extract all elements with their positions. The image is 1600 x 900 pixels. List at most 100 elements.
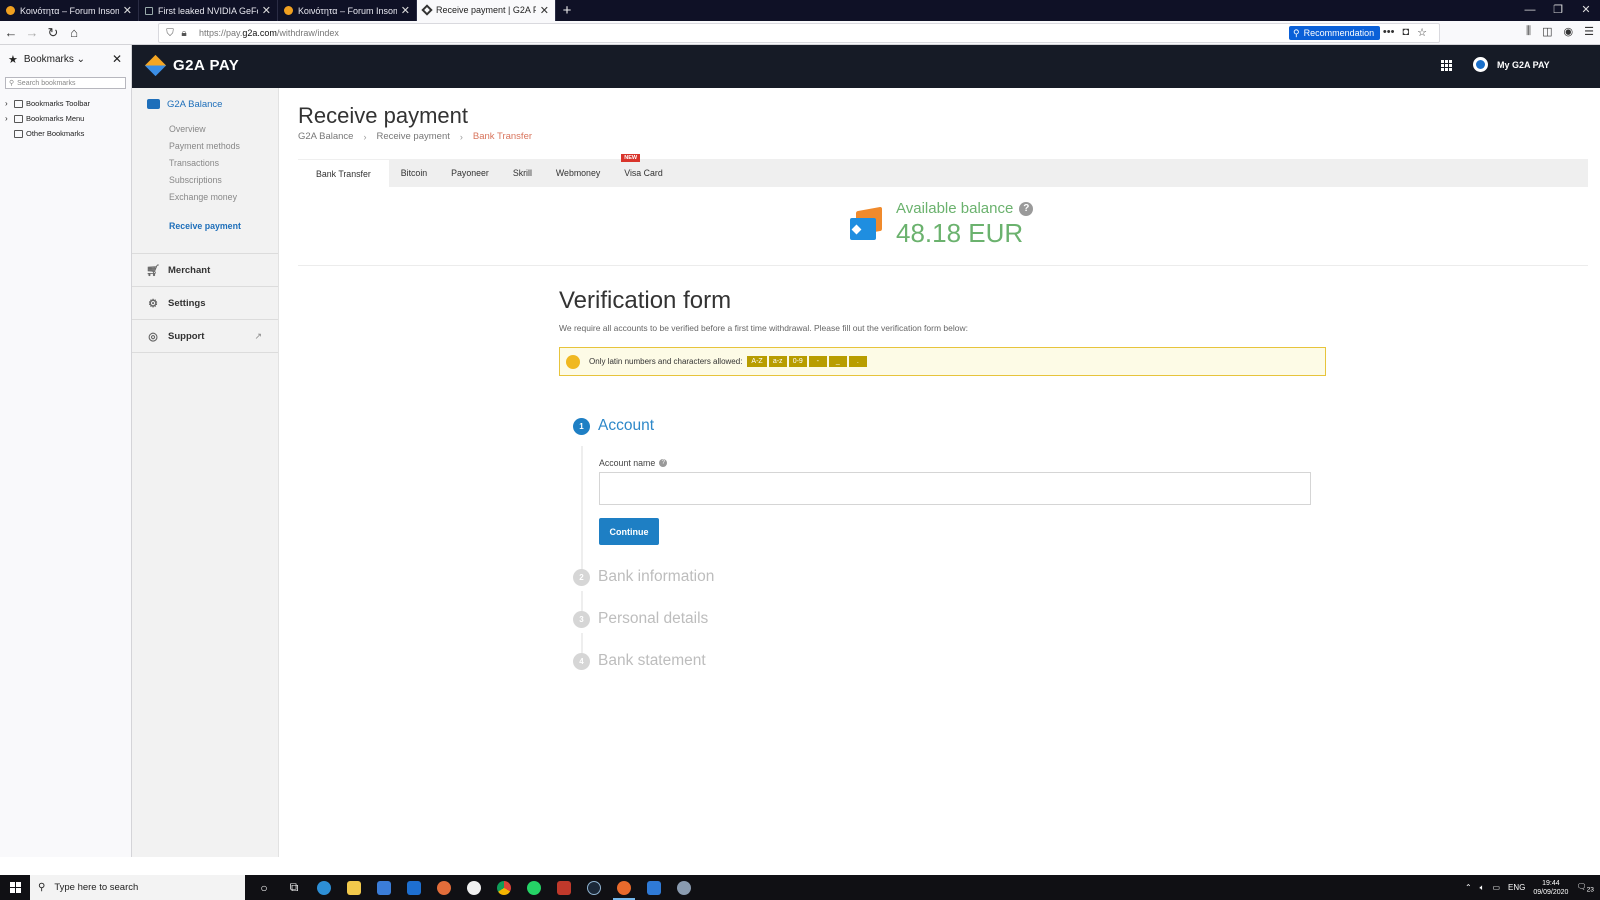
more-icon[interactable]: ••• [1383,26,1395,39]
sidebar-icon[interactable]: ◫ [1542,25,1552,38]
browser-tab[interactable]: Κοινότητα – Forum Insomnia.g ✕ [278,0,417,21]
steam-icon[interactable] [579,875,609,900]
apps-grid-icon[interactable] [1441,60,1452,71]
sidebar-item-subscriptions[interactable]: Subscriptions [132,171,278,188]
menu-folder-icon [14,114,23,123]
clock[interactable]: 19:44 09/09/2020 [1533,879,1568,897]
minimize-icon[interactable]: — [1516,0,1544,21]
tab-bank-transfer[interactable]: Bank Transfer [298,159,389,187]
language-indicator[interactable]: ENG [1508,883,1525,892]
taskbar-search-input[interactable]: ⚲ Type here to search [30,875,245,900]
tab-skrill[interactable]: Skrill [501,159,544,187]
help-icon[interactable]: ? [1019,201,1034,216]
bookmarks-search-input[interactable]: ⚲ Search bookmarks [5,77,126,89]
bookmark-folder[interactable]: Other Bookmarks [0,126,131,141]
continue-button[interactable]: Continue [599,518,659,545]
step-label: Bank information [598,568,715,585]
mail-icon[interactable] [399,875,429,900]
close-icon[interactable]: ✕ [123,4,132,17]
file-explorer-icon[interactable] [339,875,369,900]
volume-icon[interactable]: 🔈︎ [1480,883,1485,893]
chrome-icon[interactable] [489,875,519,900]
app-icon[interactable] [459,875,489,900]
sidebar-item-g2a-balance[interactable]: G2A Balance [132,88,278,120]
restore-icon[interactable]: ❐ [1544,0,1572,21]
breadcrumb-item[interactable]: Receive payment [376,131,449,142]
cortana-icon[interactable]: ○ [249,875,279,900]
chevron-up-icon[interactable]: ⌃ [1465,883,1472,892]
close-icon[interactable]: ✕ [401,4,410,17]
sidebar-item-receive-payment[interactable]: Receive payment [132,217,278,234]
menu-icon[interactable]: ☰ [1584,25,1594,38]
sidebar-item-overview[interactable]: Overview [132,120,278,137]
pocket-icon[interactable]: ◘ [1402,26,1409,39]
calendar-icon[interactable] [639,875,669,900]
step-connector [581,591,583,611]
browser-tab-active[interactable]: Receive payment | G2A PAY ✕ [417,0,556,21]
window-close-icon[interactable]: ✕ [1572,0,1600,21]
breadcrumb-current: Bank Transfer [472,131,533,142]
task-view-icon[interactable]: ⧉ [279,875,309,900]
close-icon[interactable]: ✕ [540,4,549,17]
recommendation-button[interactable]: ⚲ Recommendation [1289,26,1381,40]
bookmarks-header[interactable]: ★ Bookmarks ⌄ ✕ [0,45,131,73]
my-account-button[interactable]: My G2A PAY [1473,57,1550,72]
tab-visa-card[interactable]: NEW Visa Card [612,154,674,187]
new-tab-icon[interactable]: + [556,0,578,21]
sidebar-item-transactions[interactable]: Transactions [132,154,278,171]
tab-webmoney[interactable]: Webmoney [544,159,612,187]
recommendation-label: Recommendation [1303,28,1375,38]
tab-label: Visa Card [624,168,663,178]
sidebar-section-label: G2A Balance [167,98,223,110]
chevron-right-icon[interactable]: › [5,99,14,108]
tab-payoneer[interactable]: Payoneer [439,159,501,187]
home-icon[interactable]: ⌂ [64,23,84,43]
app-icon[interactable] [549,875,579,900]
app-icon[interactable] [669,875,699,900]
address-bar[interactable]: ⛉ 🔒︎ https://pay.g2a.com/withdraw/index … [158,23,1440,43]
bookmark-folder[interactable]: › Bookmarks Toolbar [0,96,131,111]
close-icon[interactable]: ✕ [262,4,271,17]
shield-icon[interactable]: ⛉ [163,28,177,39]
sidebar-item-payment-methods[interactable]: Payment methods [132,137,278,154]
firefox-icon[interactable] [609,875,639,900]
sidebar-item-exchange-money[interactable]: Exchange money [132,188,278,205]
account-name-input[interactable] [599,472,1311,505]
close-icon[interactable]: ✕ [112,52,122,66]
chevron-right-icon[interactable]: › [5,114,14,123]
library-icon[interactable]: ⫼ [1526,25,1531,38]
back-icon[interactable]: ← [1,23,21,43]
sidebar-item-settings[interactable]: ⚙ Settings [132,287,278,320]
windows-start-icon[interactable] [0,875,30,900]
star-icon[interactable]: ☆ [1417,26,1427,39]
url-prefix: https://pay. [199,28,243,38]
browser-tab[interactable]: Κοινότητα – Forum Insomnia.g ✕ [0,0,139,21]
sidebar-item-support[interactable]: ◎ Support ↗ [132,320,278,353]
forward-icon[interactable]: → [22,23,42,43]
sidebar-item-merchant[interactable]: 🛒︎ Merchant [132,254,278,287]
cart-icon: 🛒︎ [146,264,160,277]
tab-bitcoin[interactable]: Bitcoin [389,159,439,187]
bookmark-label: Bookmarks Toolbar [26,99,91,108]
whatsapp-icon[interactable] [519,875,549,900]
page-favicon-icon [145,6,153,15]
folder-icon [14,129,23,138]
step-account: 1 Account [573,417,654,435]
network-icon[interactable]: ▭ [1492,883,1500,892]
g2a-logo[interactable]: G2A PAY [144,54,239,77]
bookmark-folder[interactable]: › Bookmarks Menu [0,111,131,126]
reload-icon[interactable]: ↻ [43,23,63,43]
balance-label: Available balance ? [896,200,1034,217]
help-icon[interactable]: ? [659,459,668,467]
app-icon[interactable] [429,875,459,900]
account-icon[interactable]: ◉ [1564,25,1574,38]
notifications-icon[interactable]: 🗨︎23 [1576,882,1594,894]
browser-tab[interactable]: First leaked NVIDIA GeForce RT ✕ [139,0,278,21]
edge-icon[interactable] [309,875,339,900]
store-icon[interactable] [369,875,399,900]
page-title: Receive payment [298,103,468,128]
divider [298,265,1588,266]
site-header: G2A PAY My G2A PAY [132,45,1600,88]
lock-icon[interactable]: 🔒︎ [177,28,191,39]
breadcrumb-item[interactable]: G2A Balance [298,131,353,142]
